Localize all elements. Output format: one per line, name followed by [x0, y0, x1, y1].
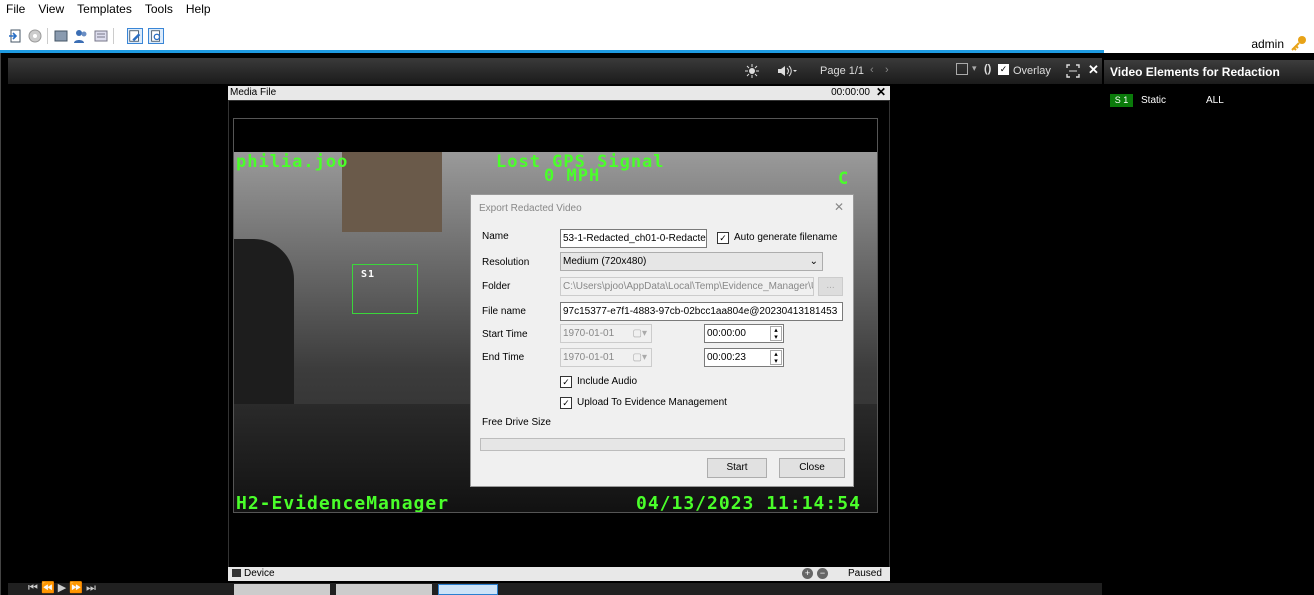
media-file-label: Media File: [230, 87, 277, 98]
media-file-bar: Media File 00:00:00 ✕: [228, 85, 890, 100]
spinner-icon[interactable]: ▴ ▾: [770, 326, 782, 341]
include-audio-checkbox[interactable]: ✓: [560, 376, 572, 388]
disc-icon[interactable]: [27, 28, 43, 44]
page-indicator: Page 1/1: [820, 65, 865, 77]
brightness-icon[interactable]: [744, 63, 760, 79]
toolbar-divider: [47, 28, 48, 44]
calendar-icon: ▢▾: [632, 328, 647, 339]
toolbar-divider: [113, 28, 114, 44]
osd-speed: 0 MPH: [544, 166, 601, 186]
layout-icon[interactable]: [956, 63, 968, 75]
upload-checkbox[interactable]: ✓: [560, 397, 572, 409]
resolution-select[interactable]: Medium (720x480) ⌄: [560, 252, 823, 271]
name-input[interactable]: 53-1-Redacted_ch01-0-Redacted: [560, 229, 707, 248]
browse-folder-button[interactable]: ...: [818, 277, 843, 296]
auto-generate-label: Auto generate filename: [734, 232, 838, 243]
folder-label: Folder: [482, 281, 511, 292]
end-time-label: End Time: [482, 352, 525, 363]
zoom-in-icon[interactable]: +: [802, 568, 813, 579]
redaction-panel: Video Elements for Redaction S 1 Static …: [1104, 53, 1314, 595]
element-scope[interactable]: ALL: [1206, 95, 1224, 106]
osd-corner: C: [838, 169, 850, 189]
toolbar: admin: [0, 18, 1314, 52]
element-badge[interactable]: S 1: [1110, 94, 1133, 107]
bottom-controls: ⏮ ⏪ ▶ ⏩ ⏭: [8, 581, 1102, 595]
playback-status: Paused: [848, 568, 882, 579]
auto-generate-checkbox[interactable]: ✓: [717, 232, 729, 244]
page-prev-icon[interactable]: ‹: [870, 64, 874, 76]
import-icon[interactable]: [8, 28, 24, 44]
zoom-out-icon[interactable]: −: [817, 568, 828, 579]
redaction-box[interactable]: S1: [352, 264, 418, 314]
close-button[interactable]: Close: [779, 458, 845, 478]
player-toolbar: Page 1/1 ‹ › ▾ () ✓ Overlay ✕: [8, 58, 1102, 84]
end-time-input[interactable]: 00:00:23 ▴ ▾: [704, 348, 784, 367]
end-date-value: 1970-01-01: [563, 352, 615, 363]
edit-icon[interactable]: [127, 28, 143, 44]
spinner-icon[interactable]: ▴ ▾: [770, 350, 782, 365]
menu-help[interactable]: Help: [186, 2, 211, 16]
calendar-icon: ▢▾: [632, 352, 647, 363]
media-time: 00:00:00: [831, 87, 870, 98]
start-date-input[interactable]: 1970-01-01 ▢▾: [560, 324, 652, 343]
menu-bar: File View Templates Tools Help: [0, 0, 1314, 18]
filename-label: File name: [482, 306, 526, 317]
device-bar: Device + − Paused: [228, 567, 890, 581]
start-time-input[interactable]: 00:00:00 ▴ ▾: [704, 324, 784, 343]
playback-controls-icon[interactable]: ⏮ ⏪ ▶ ⏩ ⏭: [28, 581, 96, 595]
end-time-value: 00:00:23: [707, 352, 746, 363]
end-date-input[interactable]: 1970-01-01 ▢▾: [560, 348, 652, 367]
menu-tools[interactable]: Tools: [145, 2, 173, 16]
resolution-label: Resolution: [482, 257, 530, 268]
export-dialog: Export Redacted Video ✕ Name 53-1-Redact…: [470, 194, 854, 487]
users-icon[interactable]: [73, 28, 89, 44]
layout-dropdown-icon[interactable]: ▾: [972, 63, 977, 74]
redaction-box-label: S1: [361, 269, 376, 280]
page-next-icon[interactable]: ›: [885, 64, 889, 76]
free-drive-label: Free Drive Size: [482, 417, 551, 428]
menu-view[interactable]: View: [38, 2, 64, 16]
film-icon[interactable]: [53, 28, 69, 44]
osd-user: philia.joo: [236, 152, 349, 172]
control-button[interactable]: [234, 584, 330, 595]
list-icon[interactable]: [93, 28, 109, 44]
resolution-value: Medium (720x480): [563, 256, 647, 267]
scene-cabinet: [342, 152, 442, 232]
start-time-value: 00:00:00: [707, 328, 746, 339]
dialog-close-icon[interactable]: ✕: [834, 200, 844, 214]
start-button[interactable]: Start: [707, 458, 767, 478]
free-drive-progress: [480, 438, 845, 451]
menu-templates[interactable]: Templates: [77, 2, 132, 16]
start-time-label: Start Time: [482, 329, 528, 340]
link-icon[interactable]: (): [984, 63, 991, 75]
volume-icon[interactable]: [776, 63, 798, 79]
osd-device: H2-EvidenceManager: [236, 493, 450, 513]
overlay-checkbox[interactable]: ✓: [998, 64, 1009, 75]
fullscreen-icon[interactable]: [1066, 64, 1080, 78]
menu-file[interactable]: File: [6, 2, 25, 16]
device-label: Device: [244, 568, 275, 579]
folder-input[interactable]: C:\Users\pjoo\AppData\Local\Temp\Evidenc…: [560, 277, 814, 296]
start-date-value: 1970-01-01: [563, 328, 615, 339]
preview-icon[interactable]: [148, 28, 164, 44]
control-button-active[interactable]: [438, 584, 498, 595]
upload-label: Upload To Evidence Management: [577, 397, 727, 408]
name-label: Name: [482, 231, 509, 242]
osd-timestamp: 04/13/2023 11:14:54: [636, 493, 861, 513]
redaction-panel-title: Video Elements for Redaction: [1104, 60, 1314, 84]
chevron-down-icon: ⌄: [809, 256, 818, 267]
close-player-icon[interactable]: ✕: [1088, 62, 1099, 78]
filename-input[interactable]: 97c15377-e7f1-4883-97cb-02bcc1aa804e@202…: [560, 302, 843, 321]
include-audio-label: Include Audio: [577, 376, 638, 387]
dialog-title: Export Redacted Video: [479, 203, 582, 214]
element-type[interactable]: Static: [1141, 95, 1166, 106]
key-icon[interactable]: [1290, 34, 1308, 52]
user-name[interactable]: admin: [1251, 37, 1284, 51]
control-button[interactable]: [336, 584, 432, 595]
camera-icon: [232, 569, 241, 577]
media-close-icon[interactable]: ✕: [876, 85, 886, 99]
overlay-label: Overlay: [1013, 65, 1051, 77]
